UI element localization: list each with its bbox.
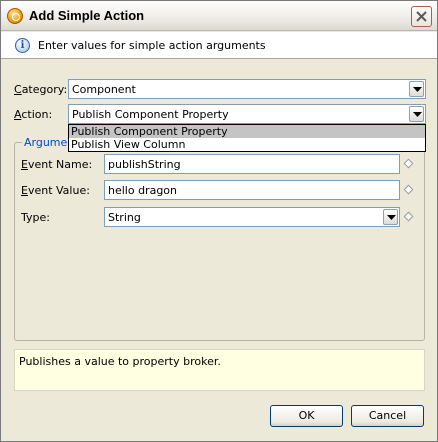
info-icon: i	[15, 38, 30, 53]
type-combo[interactable]: String	[104, 207, 400, 227]
chevron-down-icon	[413, 112, 422, 117]
description-panel: Publishes a value to property broker.	[14, 349, 425, 391]
close-icon	[416, 11, 427, 22]
category-combo[interactable]: Component	[68, 79, 426, 99]
chevron-down-icon	[413, 87, 422, 92]
title-bar[interactable]: Add Simple Action	[1, 1, 437, 31]
event-name-input[interactable]: publishString	[104, 154, 400, 174]
app-icon	[7, 8, 23, 24]
action-combo[interactable]: Publish Component Property	[68, 104, 426, 124]
banner-text: Enter values for simple action arguments	[38, 39, 266, 52]
action-value: Publish Component Property	[72, 108, 229, 121]
type-label: Type:	[21, 211, 50, 224]
action-label: Action:	[14, 108, 53, 121]
category-label: Category:	[14, 83, 68, 96]
event-name-label: Event Name:	[21, 158, 93, 171]
action-dropdown-button[interactable]	[409, 106, 424, 122]
close-button[interactable]	[411, 6, 432, 27]
category-dropdown-button[interactable]	[409, 81, 424, 97]
dropdown-option-publish-component-property[interactable]: Publish Component Property	[69, 125, 425, 138]
category-value: Component	[72, 83, 136, 96]
event-value-value: hello dragon	[108, 184, 178, 197]
action-dropdown-list: Publish Component Property Publish View …	[68, 124, 426, 152]
info-banner: i Enter values for simple action argumen…	[1, 32, 437, 59]
window-title: Add Simple Action	[29, 8, 145, 23]
event-value-label: Event Value:	[21, 184, 90, 197]
dropdown-option-publish-view-column[interactable]: Publish View Column	[69, 138, 425, 151]
event-name-value: publishString	[108, 158, 181, 171]
add-simple-action-dialog: Add Simple Action i Enter values for sim…	[0, 0, 438, 442]
cancel-button[interactable]: Cancel	[351, 405, 424, 427]
type-value: String	[108, 211, 141, 224]
ok-button[interactable]: OK	[270, 405, 343, 427]
chevron-down-icon	[387, 215, 396, 220]
description-text: Publishes a value to property broker.	[19, 355, 221, 368]
type-dropdown-button[interactable]	[383, 209, 398, 225]
event-value-input[interactable]: hello dragon	[104, 180, 400, 200]
